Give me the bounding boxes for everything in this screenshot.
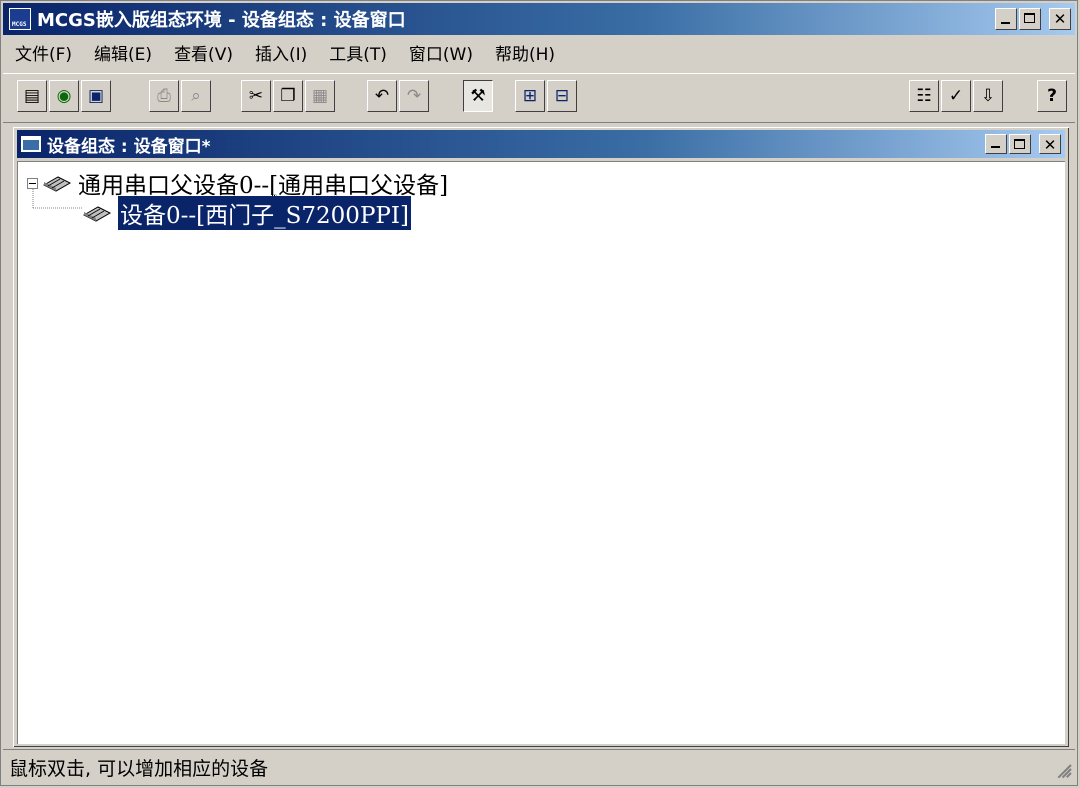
check-icon[interactable]: ✓ xyxy=(941,80,971,112)
copy-icon[interactable]: ❐ xyxy=(273,80,303,112)
toolbar-group-device: ⚒ xyxy=(463,80,495,112)
cut-icon[interactable]: ✂ xyxy=(241,80,271,112)
collapse-icon[interactable] xyxy=(27,177,38,189)
status-text: 鼠标双击, 可以增加相应的设备 xyxy=(9,757,269,780)
device-window: 设备组态 : 设备窗口* 通用串口父设备 xyxy=(11,125,1071,749)
app-icon-label: MCGS xyxy=(12,21,27,28)
toolbar-group-undo: ↶ ↷ xyxy=(367,80,431,112)
toolbar-group-help: ? xyxy=(1037,80,1069,112)
redo-icon[interactable]: ↷ xyxy=(399,80,429,112)
menu-file[interactable]: 文件(F) xyxy=(3,40,82,65)
menu-edit[interactable]: 编辑(E) xyxy=(82,40,162,65)
status-bar: 鼠标双击, 可以增加相应的设备 xyxy=(3,749,1075,784)
child-title-bar[interactable]: 设备组态 : 设备窗口* xyxy=(17,130,1065,158)
tree-node-child-label: 设备0--[西门子_S7200PPI] xyxy=(117,195,412,231)
sort-icon[interactable]: ⇩ xyxy=(973,80,1003,112)
plc-device-icon xyxy=(82,206,112,222)
toolbar: ▤ ◉ ▣ ⎙ ⌕ ✂ ❐ ▦ ↶ ↷ ⚒ ⊞ ⊟ ☷ ✓ ⇩ ? xyxy=(3,73,1075,123)
print-preview-icon[interactable]: ⌕ xyxy=(181,80,211,112)
tree-node-child[interactable]: 设备0--[西门子_S7200PPI] xyxy=(82,195,412,231)
title-bar[interactable]: MCGS MCGS嵌入版组态环境 - 设备组态 : 设备窗口 xyxy=(3,3,1075,35)
close-button[interactable] xyxy=(1049,8,1071,30)
print-icon[interactable]: ⎙ xyxy=(149,80,179,112)
resize-grip-icon[interactable] xyxy=(1053,758,1072,779)
menu-view[interactable]: 查看(V) xyxy=(162,40,243,65)
window-title: MCGS嵌入版组态环境 - 设备组态 : 设备窗口 xyxy=(37,10,406,31)
menu-bar: 文件(F) 编辑(E) 查看(V) 插入(I) 工具(T) 窗口(W) 帮助(H… xyxy=(3,37,1075,67)
tree-node-parent[interactable]: 通用串口父设备0--[通用串口父设备] xyxy=(27,166,448,200)
serial-device-icon xyxy=(42,176,72,192)
toolbar-group-clipboard: ✂ ❐ ▦ xyxy=(241,80,337,112)
toolbar-group-print: ⎙ ⌕ xyxy=(149,80,213,112)
menu-help[interactable]: 帮助(H) xyxy=(483,40,565,65)
child-window-icon xyxy=(21,136,41,152)
maximize-button[interactable] xyxy=(1019,8,1041,30)
menu-insert[interactable]: 插入(I) xyxy=(243,40,317,65)
child-minimize-button[interactable] xyxy=(985,134,1007,154)
device-add-icon[interactable]: ⊞ xyxy=(515,80,545,112)
child-close-button[interactable] xyxy=(1039,134,1061,154)
child-window-title: 设备组态 : 设备窗口* xyxy=(47,136,211,157)
device-tools-icon[interactable]: ⚒ xyxy=(463,80,493,112)
undo-icon[interactable]: ↶ xyxy=(367,80,397,112)
paste-icon[interactable]: ▦ xyxy=(305,80,335,112)
device-tree[interactable]: 通用串口父设备0--[通用串口父设备] 设备0--[西门子_S7200PPI] xyxy=(17,161,1065,744)
minimize-button[interactable] xyxy=(995,8,1017,30)
menu-window[interactable]: 窗口(W) xyxy=(397,40,483,65)
database-icon[interactable]: ◉ xyxy=(49,80,79,112)
device-tree-icon[interactable]: ⊟ xyxy=(547,80,577,112)
child-window-controls xyxy=(985,134,1061,154)
menu-tools[interactable]: 工具(T) xyxy=(317,40,397,65)
mcgs-app-icon[interactable]: MCGS xyxy=(9,8,31,30)
help-icon[interactable]: ? xyxy=(1037,80,1067,112)
new-window-icon[interactable]: ▤ xyxy=(17,80,47,112)
window-controls xyxy=(995,8,1071,30)
toolbar-group-props: ☷ ✓ ⇩ xyxy=(909,80,1005,112)
properties-icon[interactable]: ☷ xyxy=(909,80,939,112)
save-icon[interactable]: ▣ xyxy=(81,80,111,112)
tree-node-parent-label: 通用串口父设备0--[通用串口父设备] xyxy=(78,173,449,199)
main-window: MCGS MCGS嵌入版组态环境 - 设备组态 : 设备窗口 文件(F) 编辑(… xyxy=(0,0,1078,786)
toolbar-group-tree: ⊞ ⊟ xyxy=(515,80,579,112)
toolbar-group-file: ▤ ◉ ▣ xyxy=(17,80,113,112)
child-maximize-button[interactable] xyxy=(1009,134,1031,154)
